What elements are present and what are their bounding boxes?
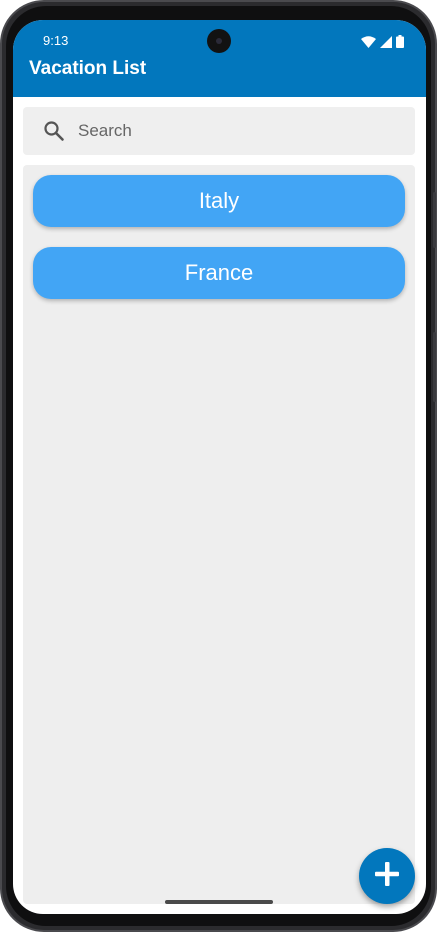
status-icons	[361, 34, 404, 48]
vacation-item-france[interactable]: France	[33, 247, 405, 299]
page-title: Vacation List	[29, 58, 147, 79]
app-bar: 9:13 Vacation List	[13, 20, 426, 97]
vacation-item-label: France	[184, 260, 254, 285]
plus-icon	[373, 860, 401, 893]
home-indicator[interactable]	[165, 900, 273, 904]
cellular-signal-icon	[380, 36, 392, 48]
add-vacation-button[interactable]	[359, 848, 415, 904]
power-button	[433, 332, 436, 402]
vacation-list: Italy France	[23, 165, 415, 904]
front-camera	[207, 29, 231, 53]
vacation-item-label: Italy	[198, 188, 240, 213]
search-icon	[43, 120, 65, 142]
device-frame: 9:13 Vacation List Search Italy France	[0, 0, 437, 932]
battery-icon	[396, 35, 404, 48]
screen: 9:13 Vacation List Search Italy France	[13, 20, 426, 914]
search-bar[interactable]	[23, 107, 415, 155]
status-time: 9:13	[43, 33, 69, 48]
volume-button	[433, 192, 436, 248]
wifi-icon	[361, 36, 376, 48]
vacation-item-italy[interactable]: Italy	[33, 175, 405, 227]
search-input[interactable]	[78, 107, 398, 155]
